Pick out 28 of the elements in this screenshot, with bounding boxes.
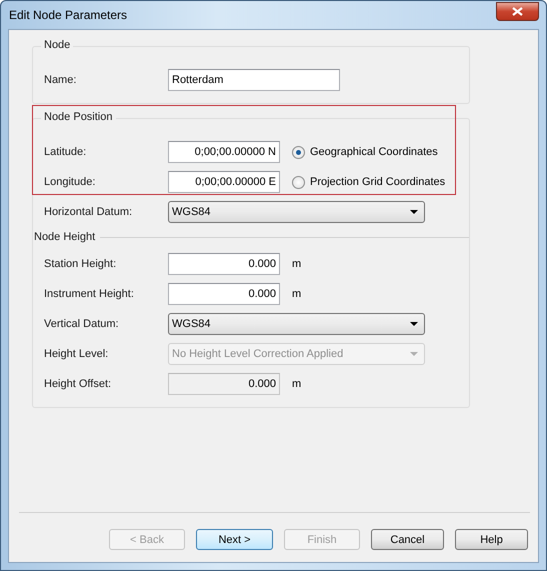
input-field[interactable]: 0;00;00.00000 N (168, 141, 280, 163)
dropdown[interactable]: WGS84 (168, 313, 425, 335)
radio-label: Geographical Coordinates (310, 146, 438, 158)
field-label: Horizontal Datum: (44, 206, 134, 218)
input-field[interactable]: 0.000 (168, 283, 280, 305)
field-label: Height Offset: (44, 378, 112, 390)
window-title: Edit Node Parameters (8, 8, 128, 22)
field-label: Name: (44, 74, 78, 86)
wizard-button[interactable]: Help (455, 529, 528, 550)
field-label: Vertical Datum: (44, 318, 120, 330)
field-label: Longitude: (44, 176, 96, 188)
unit-label: m (292, 258, 302, 270)
input-field[interactable]: 0.000 (168, 253, 280, 275)
group-title: Node (41, 39, 74, 51)
input-field[interactable]: Rotterdam (168, 69, 340, 91)
dropdown[interactable]: WGS84 (168, 201, 425, 223)
field-label: Station Height: (44, 258, 118, 270)
unit-label: m (292, 288, 302, 300)
wizard-button[interactable]: Next > (196, 529, 273, 550)
group-title: Node Position (41, 111, 116, 123)
wizard-button[interactable]: Cancel (371, 529, 444, 550)
input-field[interactable]: 0;00;00.00000 E (168, 171, 280, 193)
field-label: Instrument Height: (44, 288, 135, 300)
field-label: Height Level: (44, 348, 110, 360)
radio-label: Projection Grid Coordinates (310, 176, 446, 188)
unit-label: m (292, 378, 302, 390)
field-label: Latitude: (44, 146, 88, 158)
section-title: Node Height (33, 231, 96, 243)
